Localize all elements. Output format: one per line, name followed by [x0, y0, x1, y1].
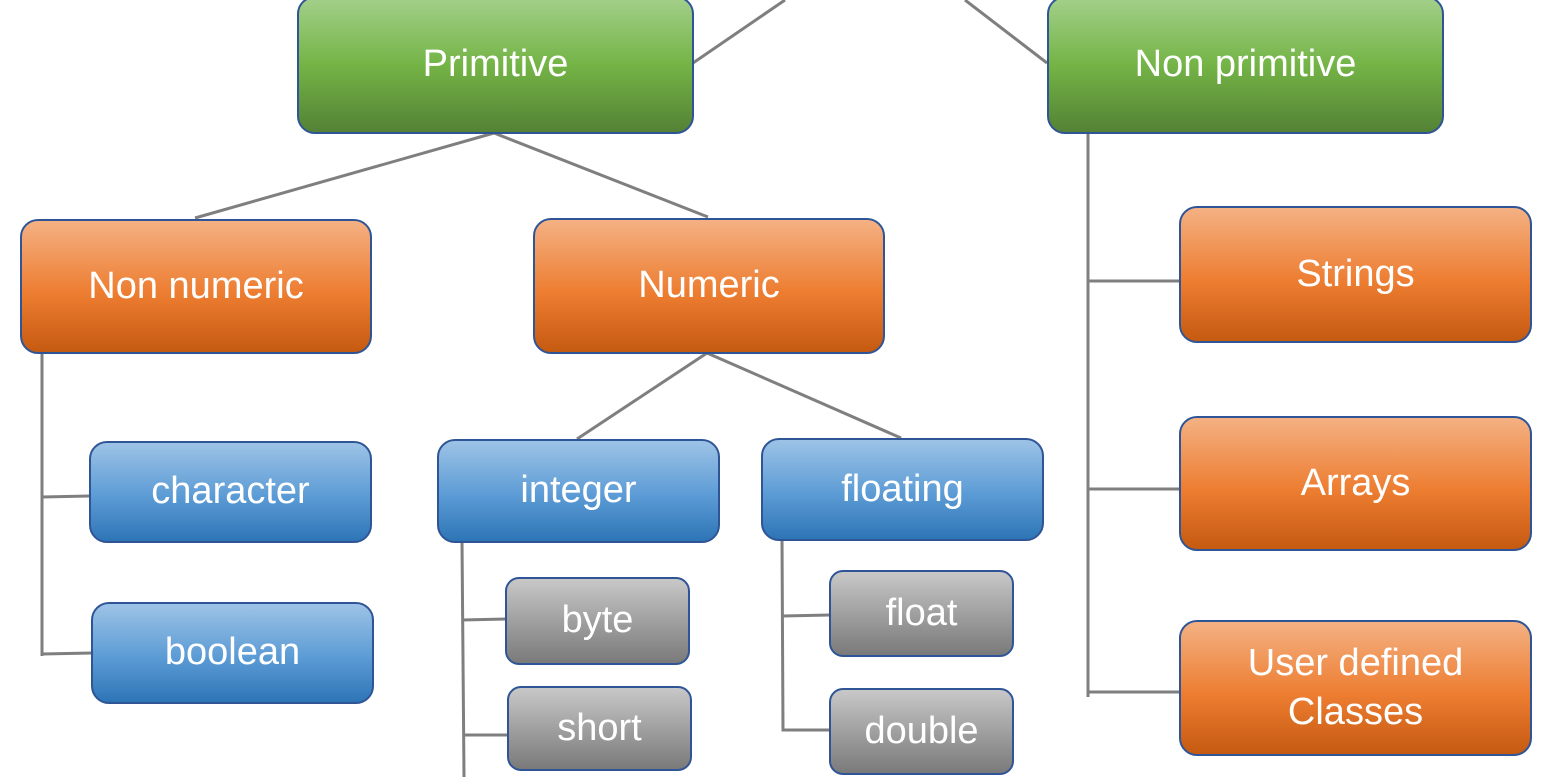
- node-floating: floating: [761, 438, 1044, 541]
- node-label: Arrays: [1300, 461, 1411, 504]
- node-numeric: Numeric: [533, 218, 885, 354]
- node-label: Primitive: [422, 43, 569, 86]
- edge-floating-float: [781, 613, 831, 618]
- node-label: Non numeric: [88, 264, 304, 307]
- node-short: short: [507, 686, 692, 771]
- node-label: boolean: [164, 631, 301, 674]
- node-strings: Strings: [1179, 206, 1532, 343]
- node-label: floating: [841, 467, 964, 510]
- node-label: float: [885, 591, 958, 634]
- node-label: Strings: [1296, 252, 1415, 295]
- node-label: byte: [561, 599, 634, 642]
- node-label: short: [557, 706, 642, 749]
- edge-numeric-floating: [706, 351, 902, 440]
- node-arrays: Arrays: [1179, 416, 1532, 551]
- edge-integer-byte: [461, 617, 507, 622]
- node-double: double: [829, 688, 1014, 775]
- edge-primitive-numeric: [493, 131, 709, 219]
- node-label: User defined Classes: [1247, 641, 1464, 733]
- node-character: character: [89, 441, 372, 543]
- node-primitive: Primitive: [297, 0, 694, 134]
- edge-primitive-non-numeric: [194, 131, 495, 220]
- node-integer: integer: [437, 439, 720, 543]
- node-boolean: boolean: [91, 602, 374, 704]
- node-byte: byte: [505, 577, 690, 665]
- edge-root-primitive: [692, 0, 786, 65]
- node-float: float: [829, 570, 1014, 657]
- node-non-primitive: Non primitive: [1047, 0, 1444, 134]
- node-label: double: [864, 709, 979, 752]
- node-user-defined-classes: User defined Classes: [1179, 620, 1532, 756]
- node-label: Non primitive: [1134, 43, 1357, 86]
- edge-numeric-integer: [576, 351, 708, 441]
- node-non-numeric: Non numeric: [20, 219, 372, 354]
- node-label: character: [151, 470, 310, 513]
- edge-floating-children: [780, 537, 830, 732]
- edge-non-numeric-boolean: [41, 651, 93, 656]
- node-label: integer: [520, 469, 637, 512]
- edge-root-non-primitive: [964, 0, 1048, 65]
- node-label: Numeric: [638, 264, 780, 307]
- edge-non-numeric-character: [41, 494, 91, 499]
- edge-integer-children: [460, 540, 466, 777]
